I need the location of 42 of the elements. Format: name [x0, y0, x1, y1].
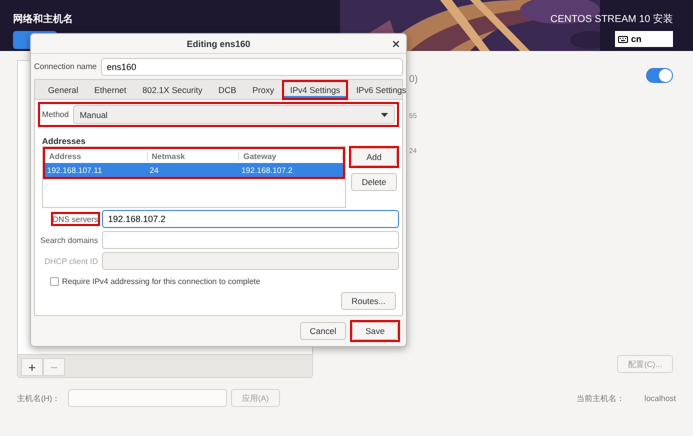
page-title: 网络和主机名	[13, 12, 73, 26]
method-dropdown[interactable]: Manual	[72, 105, 395, 124]
current-hostname: localhost	[644, 394, 676, 402]
checkbox-label: Require IPv4 addressing for this connection to complete	[62, 277, 260, 286]
close-icon[interactable]	[393, 41, 399, 47]
address-row[interactable]: 192.168.107.11 24 192.168.107.2	[45, 163, 343, 177]
settings-tab[interactable]: 802.1X Security	[134, 80, 210, 100]
checkbox[interactable]	[50, 277, 59, 286]
delete-address-button[interactable]: Delete	[351, 173, 397, 191]
field-label: Search domains	[40, 236, 98, 245]
add-device-button[interactable]: +	[21, 358, 43, 376]
connection-name-field[interactable]: ens160	[100, 58, 403, 76]
settings-tab[interactable]: Ethernet	[86, 80, 134, 100]
field-label: DNS servers	[52, 215, 98, 224]
column-header: Netmask	[148, 152, 240, 160]
cancel-button[interactable]: Cancel	[300, 322, 346, 340]
keyboard-layout-indicator[interactable]: cn	[615, 31, 673, 47]
column-header: Gateway	[239, 152, 343, 160]
dialog-title: Editing ens160	[186, 38, 250, 48]
settings-tab[interactable]: Proxy	[244, 80, 282, 100]
save-button[interactable]: Save	[352, 322, 398, 340]
text-field[interactable]: 192.168.107.2	[102, 210, 399, 228]
keyboard-layout-text: cn	[631, 34, 642, 44]
column-header: Address	[45, 152, 148, 160]
hostname-label: 主机名(H)：	[17, 392, 60, 404]
method-label: Method	[42, 110, 69, 119]
add-address-button[interactable]: Add	[351, 148, 397, 166]
routes-button[interactable]: Routes...	[341, 292, 396, 310]
settings-tab[interactable]: DCB	[210, 80, 244, 100]
caret-icon	[381, 112, 388, 116]
device-switch[interactable]	[646, 68, 673, 83]
current-hostname-label: 当前主机名：	[576, 392, 624, 404]
settings-tab[interactable]: IPv4 Settings	[282, 80, 348, 100]
product-title: CENTOS STREAM 10 安装	[550, 12, 673, 26]
hostname-field[interactable]	[68, 389, 228, 407]
text-field[interactable]	[102, 231, 399, 249]
keyboard-icon	[618, 36, 628, 42]
settings-tab[interactable]: General	[40, 80, 86, 100]
connection-name-label: Connection name	[34, 62, 97, 71]
field-label: DHCP client ID	[44, 257, 98, 266]
addresses-heading: Addresses	[42, 136, 86, 146]
device-info-text: 0)	[409, 74, 418, 85]
